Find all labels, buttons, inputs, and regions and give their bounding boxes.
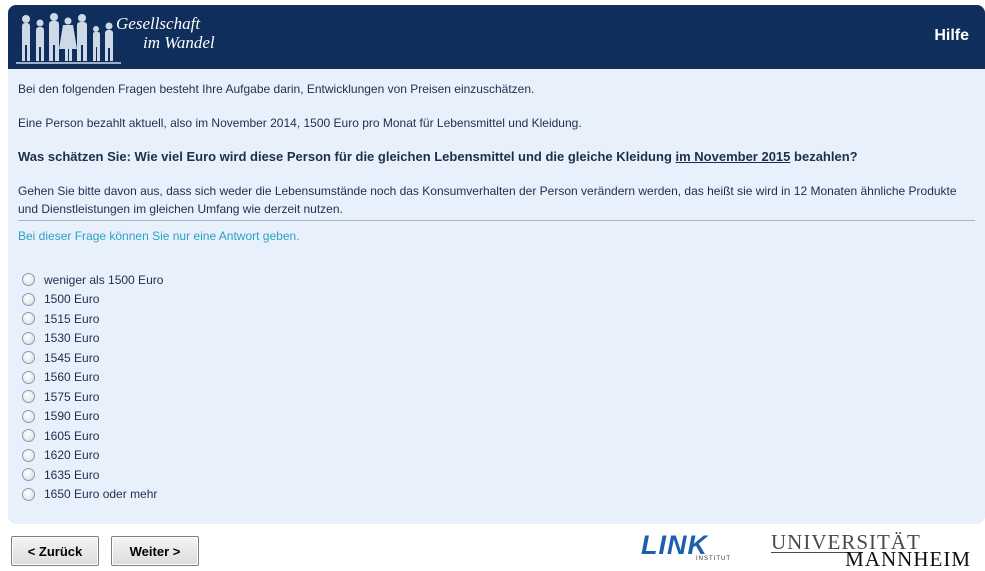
- link-logo-word: LINK: [641, 530, 708, 560]
- radio-button[interactable]: [22, 312, 35, 326]
- radio-button[interactable]: [22, 429, 35, 443]
- radio-button[interactable]: [22, 448, 35, 462]
- radio-button[interactable]: [22, 370, 35, 384]
- answer-option[interactable]: 1620 Euro: [22, 446, 163, 466]
- answer-option[interactable]: 1590 Euro: [22, 407, 163, 427]
- answer-option[interactable]: 1650 Euro oder mehr: [22, 485, 163, 505]
- answer-option[interactable]: 1605 Euro: [22, 426, 163, 446]
- option-label: 1530 Euro: [44, 331, 100, 346]
- question-prompt-date: im November 2015: [675, 149, 791, 164]
- option-label: 1560 Euro: [44, 370, 100, 385]
- option-label: 1500 Euro: [44, 292, 100, 307]
- logo-line-2: im Wandel: [143, 33, 215, 52]
- radio-button[interactable]: [22, 468, 35, 482]
- answer-option[interactable]: 1500 Euro: [22, 290, 163, 310]
- uni-mannheim-logo: UNIVERSITÄT MANNHEIM: [771, 531, 971, 571]
- option-label: 1620 Euro: [44, 448, 100, 463]
- answer-option[interactable]: 1515 Euro: [22, 309, 163, 329]
- answer-option[interactable]: 1530 Euro: [22, 329, 163, 349]
- question-context: Eine Person bezahlt aktuell, also im Nov…: [18, 116, 582, 130]
- option-label: weniger als 1500 Euro: [44, 272, 164, 287]
- answer-option[interactable]: weniger als 1500 Euro: [22, 270, 163, 290]
- question-intro: Bei den folgenden Fragen besteht Ihre Au…: [18, 82, 535, 96]
- radio-button[interactable]: [22, 351, 35, 365]
- people-silhouette-icon: [16, 13, 121, 64]
- logo-title: Gesellschaft im Wandel: [116, 14, 215, 52]
- next-button[interactable]: Weiter >: [111, 536, 199, 566]
- radio-button[interactable]: [22, 273, 35, 287]
- option-label: 1590 Euro: [44, 409, 100, 424]
- radio-button[interactable]: [22, 390, 35, 404]
- answer-option[interactable]: 1560 Euro: [22, 368, 163, 388]
- radio-button[interactable]: [22, 487, 35, 501]
- option-label: 1635 Euro: [44, 467, 100, 482]
- link-institut-logo: LINK INSTITUT: [641, 532, 733, 566]
- option-label: 1575 Euro: [44, 389, 100, 404]
- answer-option[interactable]: 1545 Euro: [22, 348, 163, 368]
- question-panel: Bei den folgenden Fragen besteht Ihre Au…: [8, 69, 985, 524]
- answer-hint: Bei dieser Frage können Sie nur eine Ant…: [18, 229, 300, 243]
- question-assumption: Gehen Sie bitte davon aus, dass sich wed…: [18, 184, 957, 216]
- radio-button[interactable]: [22, 331, 35, 345]
- option-label: 1545 Euro: [44, 350, 100, 365]
- divider: [18, 220, 975, 221]
- back-button[interactable]: < Zurück: [11, 536, 99, 566]
- answer-option[interactable]: 1575 Euro: [22, 387, 163, 407]
- answer-options: weniger als 1500 Euro 1500 Euro 1515 Eur…: [22, 270, 163, 504]
- logo-line-1: Gesellschaft: [116, 14, 201, 33]
- question-prompt: Was schätzen Sie: Wie viel Euro wird die…: [18, 148, 973, 166]
- option-label: 1515 Euro: [44, 311, 100, 326]
- option-label: 1605 Euro: [44, 428, 100, 443]
- question-prompt-end: bezahlen?: [790, 149, 858, 164]
- option-label: 1650 Euro oder mehr: [44, 487, 158, 502]
- help-link[interactable]: Hilfe: [934, 27, 969, 45]
- uni-logo-line-2: MANNHEIM: [845, 547, 971, 571]
- radio-button[interactable]: [22, 409, 35, 423]
- radio-button[interactable]: [22, 292, 35, 306]
- answer-option[interactable]: 1635 Euro: [22, 465, 163, 485]
- survey-header: Gesellschaft im Wandel Hilfe: [8, 5, 985, 69]
- question-prompt-start: Was schätzen Sie: Wie viel Euro wird die…: [18, 149, 676, 164]
- link-logo-subtitle: INSTITUT: [696, 556, 731, 562]
